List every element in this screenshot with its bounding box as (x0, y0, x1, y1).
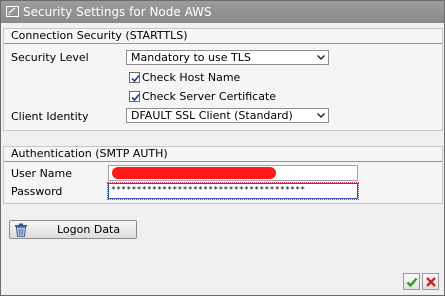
security-settings-dialog: Security Settings for Node AWS Connectio… (0, 0, 445, 296)
password-value: ************************************** (111, 185, 306, 194)
window-title: Security Settings for Node AWS (23, 5, 212, 19)
security-level-value: Mandatory to use TLS (131, 51, 251, 64)
client-identity-select[interactable]: DFAULT SSL Client (Standard) (126, 108, 329, 123)
check-host-name-label: Check Host Name (142, 71, 241, 84)
security-level-select[interactable]: Mandatory to use TLS (126, 50, 329, 65)
logon-data-label: Logon Data (57, 223, 121, 236)
edit-window-icon (6, 6, 19, 17)
cancel-button[interactable] (422, 273, 439, 290)
client-identity-label: Client Identity (11, 110, 89, 123)
connection-security-heading: Connection Security (STARTTLS) (11, 29, 188, 42)
authentication-header: Authentication (SMTP AUTH) (4, 147, 442, 162)
check-host-name-row[interactable]: Check Host Name (129, 71, 289, 85)
checkmark-icon (131, 93, 140, 102)
authentication-heading: Authentication (SMTP AUTH) (11, 147, 168, 160)
confirm-button[interactable] (403, 273, 420, 290)
authentication-group: Authentication (SMTP AUTH) User Name Pas… (3, 146, 443, 204)
connection-security-header: Connection Security (STARTTLS) (4, 29, 442, 44)
checkmark-icon (131, 74, 140, 83)
title-bar: Security Settings for Node AWS (1, 1, 444, 23)
security-level-label: Security Level (11, 51, 89, 64)
check-host-name-checkbox[interactable] (129, 72, 140, 83)
redacted-value (112, 167, 276, 179)
check-icon (406, 277, 418, 288)
logon-data-button[interactable]: Logon Data (9, 220, 137, 239)
check-server-certificate-checkbox[interactable] (129, 91, 140, 102)
check-server-certificate-label: Check Server Certificate (142, 90, 277, 103)
user-name-input[interactable] (108, 165, 358, 181)
check-server-certificate-row[interactable]: Check Server Certificate (129, 90, 289, 104)
close-icon (426, 277, 436, 287)
trash-icon (15, 223, 27, 237)
connection-security-group: Connection Security (STARTTLS) Security … (3, 28, 443, 131)
chevron-down-icon (317, 55, 325, 60)
user-name-label: User Name (11, 167, 73, 180)
chevron-down-icon (317, 113, 325, 118)
client-identity-value: DFAULT SSL Client (Standard) (131, 109, 293, 122)
password-label: Password (11, 185, 63, 198)
password-input[interactable]: ************************************** (107, 182, 359, 200)
